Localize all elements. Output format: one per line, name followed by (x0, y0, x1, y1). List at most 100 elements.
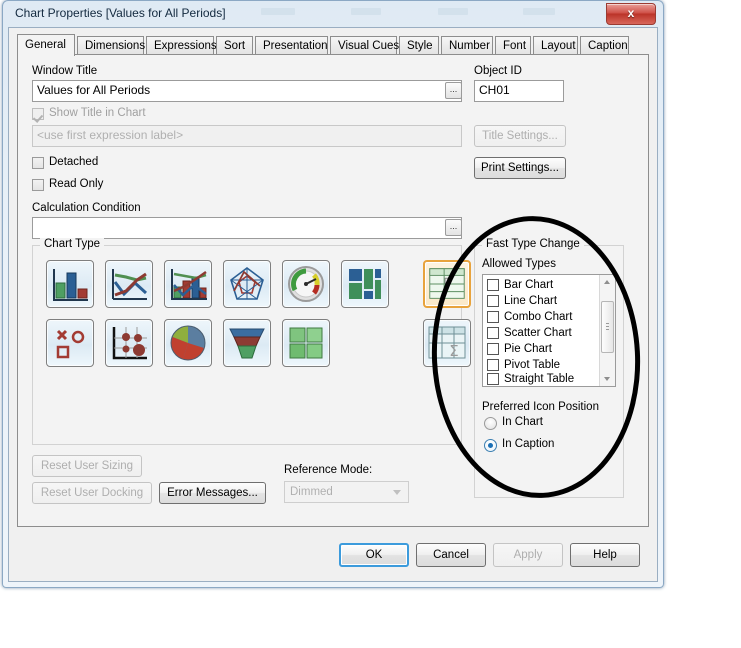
title-settings-button[interactable]: Title Settings... (474, 125, 566, 147)
tab-style[interactable]: Style (399, 36, 439, 55)
reference-mode-select[interactable]: Dimmed (284, 481, 409, 503)
reset-user-docking-button[interactable]: Reset User Docking (32, 482, 152, 504)
help-button[interactable]: Help (570, 543, 640, 567)
scroll-up-arrow-icon[interactable] (600, 275, 615, 289)
chart-type-straight-table[interactable] (423, 260, 471, 308)
close-icon: x (627, 6, 635, 20)
allowed-type-checkbox[interactable] (487, 311, 499, 323)
window-title: Chart Properties [Values for All Periods… (15, 6, 226, 20)
tab-layout[interactable]: Layout (533, 36, 578, 55)
allowed-types-scrollbar[interactable] (599, 275, 615, 386)
allowed-type-label: Pie Chart (504, 343, 552, 355)
general-tab-page: Window Title Values for All Periods ... … (17, 54, 649, 527)
icon-position-in-chart-radio[interactable] (484, 417, 497, 430)
allowed-type-checkbox[interactable] (487, 295, 499, 307)
chart-properties-dialog: Chart Properties [Values for All Periods… (2, 0, 664, 588)
allowed-types-listbox[interactable]: Bar Chart Line Chart Combo Chart Scatter… (482, 274, 616, 387)
tab-strip: General Dimensions Expressions Sort Pres… (17, 34, 649, 56)
cancel-button[interactable]: Cancel (416, 543, 486, 567)
object-id-label: Object ID (474, 65, 522, 77)
window-title-label: Window Title (32, 65, 98, 77)
tab-caption[interactable]: Caption (580, 36, 629, 55)
tab-expressions[interactable]: Expressions (146, 36, 217, 55)
allowed-type-checkbox[interactable] (487, 359, 499, 371)
chart-type-block-chart[interactable] (341, 260, 389, 308)
grid-chart-icon (112, 327, 147, 360)
preferred-icon-position-label: Preferred Icon Position (482, 401, 599, 413)
block-chart-icon (349, 269, 381, 299)
ok-button[interactable]: OK (339, 543, 409, 567)
allowed-type-label: Straight Table (504, 373, 575, 385)
detached-label: Detached (49, 156, 99, 168)
chart-type-combo-chart[interactable] (164, 260, 212, 308)
titlebar-ghost-text-2 (351, 8, 381, 15)
tab-visual-cues[interactable]: Visual Cues (330, 36, 399, 55)
window-title-input[interactable]: Values for All Periods (32, 80, 462, 102)
calculation-condition-input[interactable] (32, 217, 462, 239)
titlebar-ghost-text-3 (438, 8, 468, 15)
allowed-type-label: Line Chart (504, 295, 558, 307)
chart-type-funnel-chart[interactable] (223, 319, 271, 367)
allowed-type-label: Scatter Chart (504, 327, 572, 339)
tab-number[interactable]: Number (441, 36, 493, 55)
bar-chart-icon (53, 269, 88, 301)
title-expression-input[interactable]: <use first expression label> (32, 125, 462, 147)
icon-position-in-caption-radio[interactable] (484, 439, 497, 452)
reset-user-sizing-button[interactable]: Reset User Sizing (32, 455, 142, 477)
calculation-condition-label: Calculation Condition (32, 202, 141, 214)
radar-chart-icon (230, 267, 264, 300)
tab-dimensions[interactable]: Dimensions (77, 36, 145, 55)
scrollbar-thumb[interactable] (601, 301, 614, 353)
close-button[interactable]: x (606, 3, 656, 25)
calculation-condition-browse-button[interactable]: ... (445, 219, 462, 236)
window-title-browse-button[interactable]: ... (445, 82, 462, 99)
allowed-type-label: Combo Chart (504, 311, 573, 323)
chart-type-line-chart[interactable] (105, 260, 153, 308)
fast-type-change-group-title: Fast Type Change (482, 238, 584, 250)
funnel-chart-icon (229, 328, 265, 359)
tab-general[interactable]: General (17, 34, 75, 56)
allowed-types-label: Allowed Types (482, 258, 556, 270)
icon-position-in-caption-label: In Caption (502, 438, 555, 450)
combo-chart-icon (171, 269, 207, 300)
print-settings-button[interactable]: Print Settings... (474, 157, 566, 179)
read-only-label: Read Only (49, 178, 104, 190)
detached-checkbox[interactable] (32, 157, 44, 169)
titlebar-ghost-text-1 (261, 8, 295, 15)
icon-position-in-chart-label: In Chart (502, 416, 543, 428)
chevron-down-icon (393, 490, 401, 495)
show-title-in-chart-checkbox[interactable] (32, 108, 44, 120)
allowed-type-label: Bar Chart (504, 279, 554, 291)
chart-type-pie-chart[interactable] (164, 319, 212, 367)
chart-type-mekko-chart[interactable] (282, 319, 330, 367)
chart-type-pivot-table[interactable]: Σ (423, 319, 471, 367)
allowed-type-checkbox[interactable] (487, 343, 499, 355)
tab-presentation[interactable]: Presentation (255, 36, 328, 55)
reference-mode-value: Dimmed (290, 486, 333, 498)
chart-type-scatter-chart[interactable] (46, 319, 94, 367)
mekko-chart-icon (289, 327, 323, 359)
pie-chart-icon (170, 325, 206, 361)
allowed-type-checkbox[interactable] (487, 327, 499, 339)
apply-button[interactable]: Apply (493, 543, 563, 567)
chart-type-gauge-chart[interactable] (282, 260, 330, 308)
object-id-input[interactable]: CH01 (474, 80, 564, 102)
chart-type-bar-chart[interactable] (46, 260, 94, 308)
read-only-checkbox[interactable] (32, 179, 44, 191)
scroll-down-arrow-icon[interactable] (600, 372, 615, 386)
dialog-button-bar: OK Cancel Apply Help (17, 535, 649, 573)
straight-table-icon (429, 268, 465, 299)
show-title-in-chart-label: Show Title in Chart (49, 107, 146, 119)
tab-font[interactable]: Font (495, 36, 531, 55)
line-chart-icon (112, 269, 148, 300)
allowed-type-checkbox[interactable] (487, 279, 499, 291)
gauge-chart-icon (288, 266, 324, 302)
title-bar[interactable]: Chart Properties [Values for All Periods… (3, 1, 663, 27)
chart-type-group-title: Chart Type (40, 238, 105, 250)
error-messages-button[interactable]: Error Messages... (159, 482, 266, 504)
chart-type-grid-chart[interactable] (105, 319, 153, 367)
chart-type-radar-chart[interactable] (223, 260, 271, 308)
allowed-type-checkbox[interactable] (487, 373, 499, 385)
reference-mode-label: Reference Mode: (284, 464, 373, 476)
tab-sort[interactable]: Sort (216, 36, 253, 55)
